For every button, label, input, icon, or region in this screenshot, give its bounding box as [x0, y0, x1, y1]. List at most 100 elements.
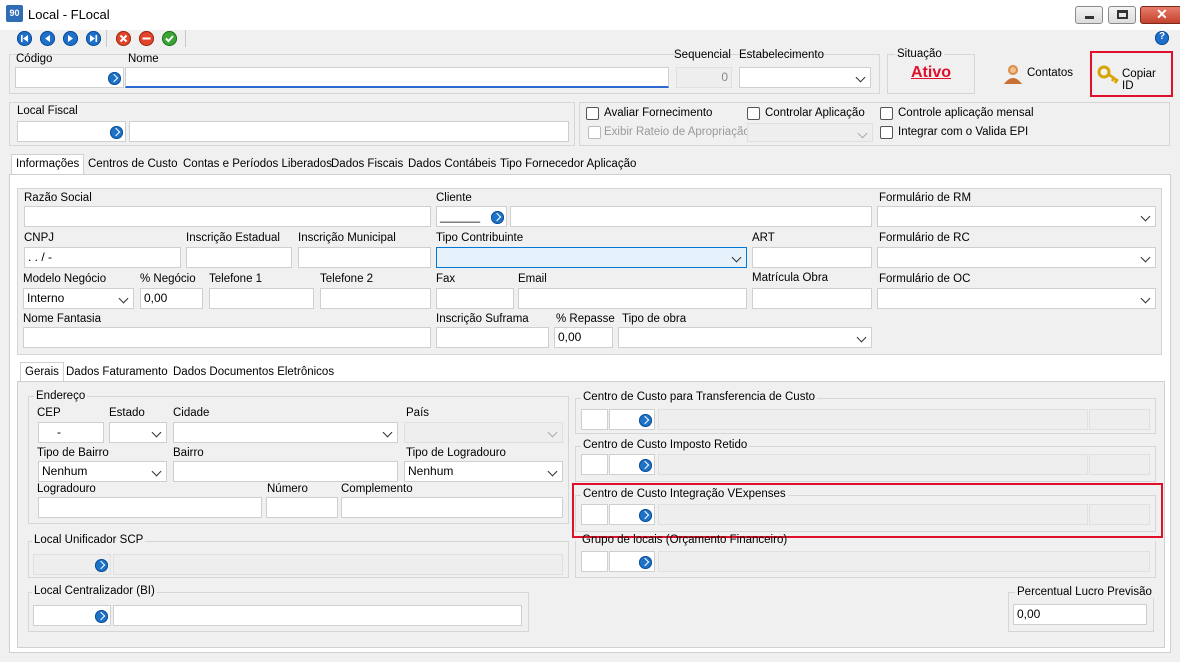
lookup-icon[interactable]	[491, 211, 504, 224]
lookup-icon[interactable]	[639, 556, 652, 569]
inscricao-suframa-label: Inscrição Suframa	[436, 313, 529, 325]
percentual-lucro-input[interactable]: 0,00	[1013, 604, 1147, 625]
minimize-button[interactable]	[1075, 6, 1103, 24]
formulario-rc-select[interactable]	[877, 247, 1156, 268]
local-centralizador-code-input[interactable]	[33, 605, 111, 626]
last-record-button[interactable]	[86, 31, 101, 46]
inscricao-estadual-label: Inscrição Estadual	[186, 232, 280, 244]
complemento-input[interactable]	[341, 497, 563, 518]
contatos-button[interactable]: Contatos	[1002, 63, 1086, 85]
matricula-obra-input[interactable]	[752, 288, 872, 309]
local-unificador-name-input	[113, 554, 563, 575]
estado-select[interactable]	[109, 422, 167, 443]
fax-input[interactable]	[436, 288, 514, 309]
tab-tipo-fornecedor[interactable]: Tipo Fornecedor Aplicação	[496, 155, 640, 175]
inscricao-suframa-input[interactable]	[436, 327, 549, 348]
subtab-gerais[interactable]: Gerais	[20, 362, 64, 382]
tab-dados-fiscais[interactable]: Dados Fiscais	[327, 155, 407, 175]
help-button[interactable]: ?	[1155, 31, 1169, 45]
perc-negocio-input[interactable]: 0,00	[140, 288, 203, 309]
numero-input[interactable]	[266, 497, 338, 518]
integrar-epi-label: Integrar com o Valida EPI	[898, 126, 1029, 138]
estabelecimento-select[interactable]	[739, 67, 871, 88]
situacao-label: Situação	[895, 48, 944, 60]
integrar-epi-checkbox[interactable]	[880, 126, 893, 139]
cc-transferencia-name-input	[658, 409, 1088, 430]
avaliar-fornecimento-label: Avaliar Fornecimento	[604, 107, 713, 119]
modelo-negocio-select[interactable]: Interno	[23, 288, 134, 309]
cep-input[interactable]: -	[38, 422, 104, 443]
cidade-select[interactable]	[173, 422, 398, 443]
subtab-dados-faturamento[interactable]: Dados Faturamento	[62, 363, 172, 383]
cc-grupo-code-input[interactable]	[609, 551, 655, 572]
lookup-icon[interactable]	[639, 414, 652, 427]
local-fiscal-code-input[interactable]	[17, 121, 126, 142]
maximize-button[interactable]	[1108, 6, 1136, 24]
tipo-contribuinte-select[interactable]	[436, 247, 747, 268]
close-button[interactable]: ✕	[1140, 6, 1180, 24]
contatos-label: Contatos	[1027, 67, 1074, 79]
complemento-label: Complemento	[341, 483, 413, 495]
tab-centros-de-custo[interactable]: Centros de Custo	[84, 155, 182, 175]
next-record-button[interactable]	[63, 31, 78, 46]
inscricao-municipal-input[interactable]	[298, 247, 431, 268]
art-input[interactable]	[752, 247, 872, 268]
perc-repasse-input[interactable]: 0,00	[554, 327, 613, 348]
highlight-copiar-id	[1090, 51, 1173, 97]
lookup-icon[interactable]	[95, 610, 108, 623]
nome-label: Nome	[128, 53, 159, 65]
previous-record-button[interactable]	[40, 31, 55, 46]
cc-transferencia-code-input[interactable]	[609, 409, 655, 430]
cnpj-input[interactable]: . . / -	[24, 247, 181, 268]
inscricao-municipal-label: Inscrição Municipal	[298, 232, 396, 244]
nome-fantasia-label: Nome Fantasia	[23, 313, 101, 325]
cc-grupo-prefix-input[interactable]	[581, 551, 608, 572]
lookup-icon[interactable]	[108, 72, 121, 85]
telefone2-input[interactable]	[320, 288, 431, 309]
cliente-name-input[interactable]	[510, 206, 872, 227]
cancel-button[interactable]	[116, 31, 131, 46]
logradouro-input[interactable]	[38, 497, 262, 518]
tab-contas-periodos[interactable]: Contas e Períodos Liberados	[179, 155, 336, 175]
local-centralizador-name-input[interactable]	[113, 605, 522, 626]
sequencial-label: Sequencial	[674, 49, 731, 61]
help-icon: ?	[1159, 31, 1166, 42]
formulario-oc-select[interactable]	[877, 288, 1156, 309]
nome-input[interactable]	[125, 67, 669, 88]
codigo-input[interactable]	[15, 67, 124, 88]
cc-imposto-prefix-input[interactable]	[581, 454, 608, 475]
cc-transferencia-prefix-input[interactable]	[581, 409, 608, 430]
cliente-code-input[interactable]: ______	[436, 206, 507, 227]
local-fiscal-name-input[interactable]	[129, 121, 569, 142]
razao-social-input[interactable]	[24, 206, 431, 227]
avaliar-fornecimento-checkbox[interactable]	[586, 107, 599, 120]
art-label: ART	[752, 232, 775, 244]
controlar-aplicacao-checkbox[interactable]	[747, 107, 760, 120]
nome-fantasia-input[interactable]	[23, 327, 431, 348]
perc-negocio-label: % Negócio	[140, 273, 196, 285]
lookup-icon[interactable]	[95, 559, 108, 572]
cliente-label: Cliente	[436, 192, 472, 204]
tab-dados-contabeis[interactable]: Dados Contábeis	[404, 155, 500, 175]
tab-informacoes[interactable]: Informações	[11, 154, 85, 174]
estado-label: Estado	[109, 407, 145, 419]
cc-imposto-code-input[interactable]	[609, 454, 655, 475]
bairro-input[interactable]	[173, 461, 398, 482]
bairro-label: Bairro	[173, 447, 204, 459]
logradouro-label: Logradouro	[37, 483, 96, 495]
controle-mensal-checkbox[interactable]	[880, 107, 893, 120]
delete-button[interactable]	[139, 31, 154, 46]
tipo-logradouro-select[interactable]: Nenhum	[404, 461, 563, 482]
telefone1-input[interactable]	[209, 288, 314, 309]
lookup-icon[interactable]	[110, 126, 123, 139]
subtab-documentos-eletronicos[interactable]: Dados Documentos Eletrônicos	[169, 363, 338, 383]
formulario-rm-select[interactable]	[877, 206, 1156, 227]
confirm-button[interactable]	[162, 31, 177, 46]
first-record-button[interactable]	[17, 31, 32, 46]
tipo-bairro-select[interactable]: Nenhum	[38, 461, 167, 482]
lookup-icon[interactable]	[639, 459, 652, 472]
codigo-label: Código	[16, 53, 53, 65]
tipo-obra-select[interactable]	[618, 327, 872, 348]
inscricao-estadual-input[interactable]	[186, 247, 292, 268]
email-input[interactable]	[518, 288, 747, 309]
